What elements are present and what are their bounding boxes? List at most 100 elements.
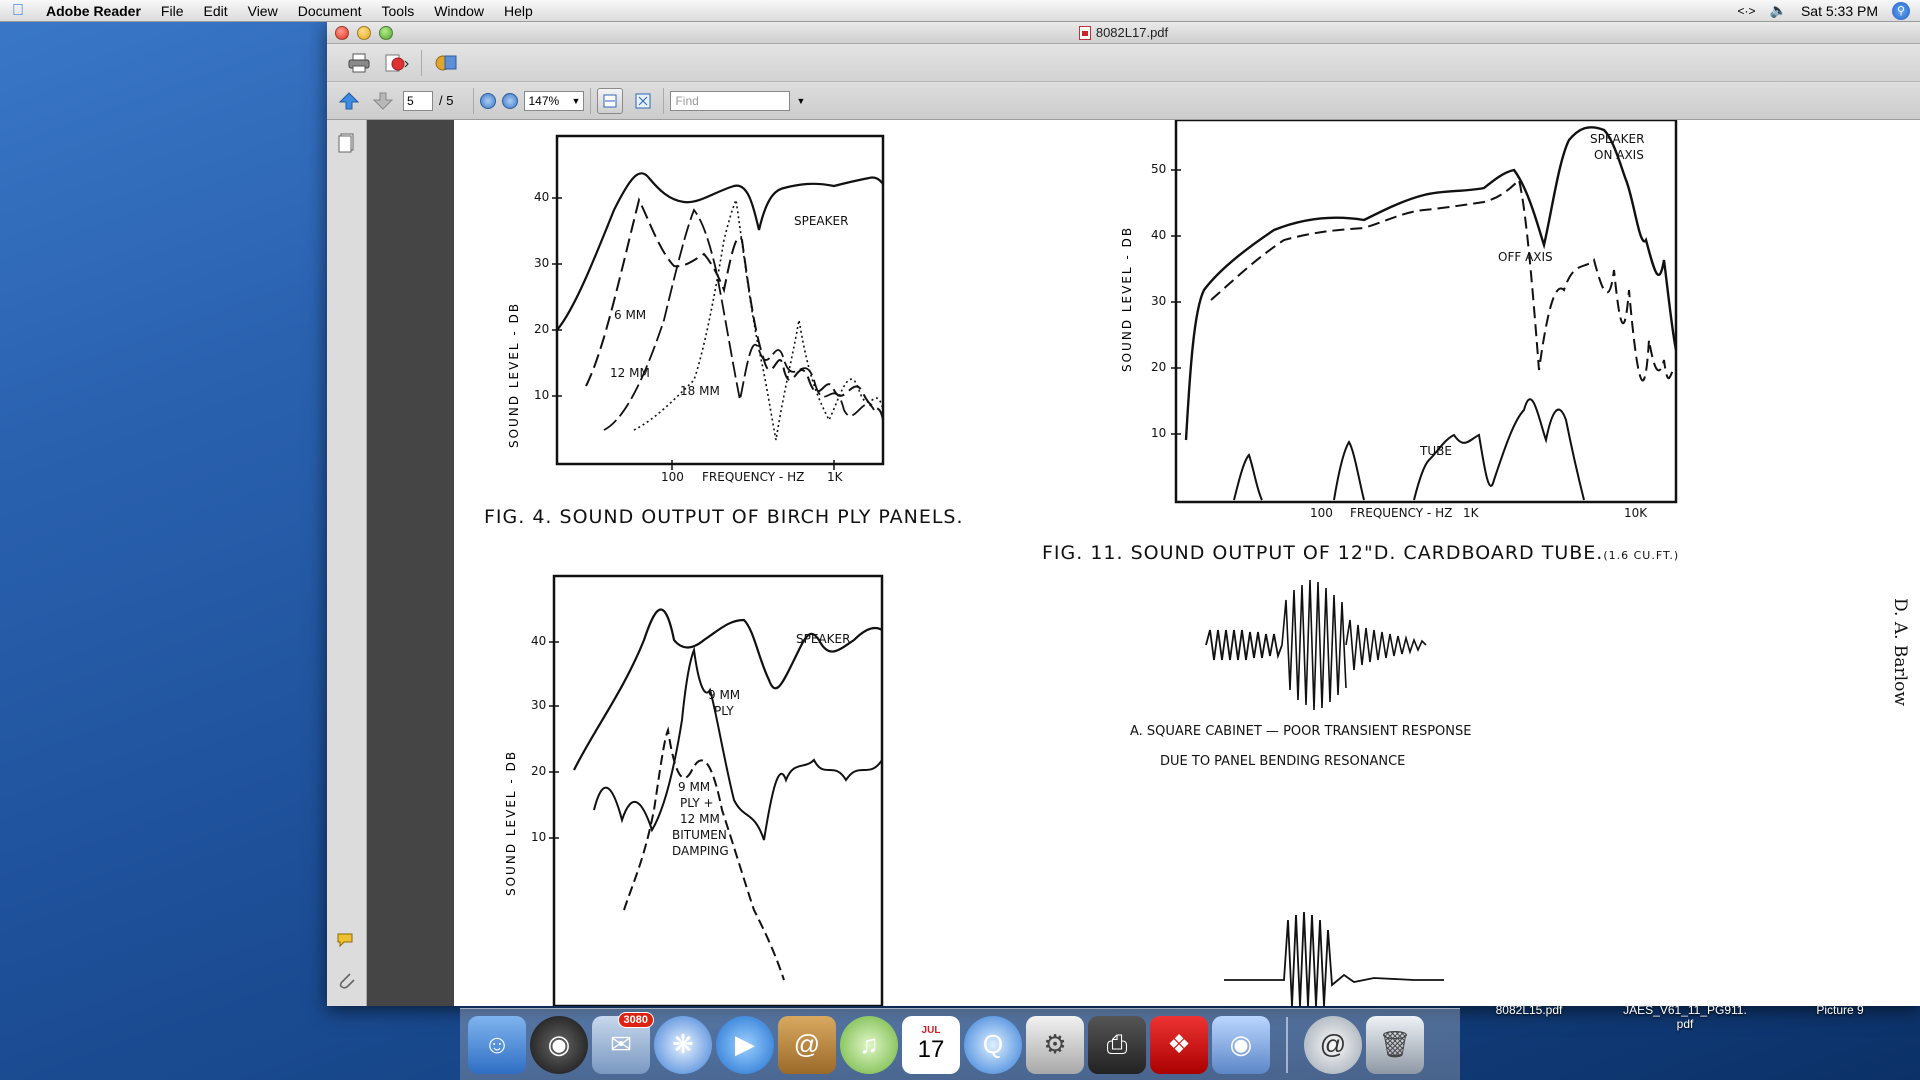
comments-icon[interactable] — [336, 930, 358, 952]
menu-edit[interactable]: Edit — [193, 3, 237, 19]
figb-label-speaker: SPEAKER — [796, 632, 851, 646]
toolbar-top — [327, 44, 1920, 82]
desktop-file-picture9[interactable]: Picture 9 — [1800, 1003, 1880, 1017]
fig4-ytick: 20 — [534, 322, 550, 336]
zoom-out-button[interactable] — [480, 92, 497, 109]
menubar-clock[interactable]: Sat 5:33 PM — [1801, 3, 1878, 19]
collaborate-button[interactable] — [432, 50, 460, 76]
desktop-file-label: JAES_V61_11_PG911. — [1623, 1003, 1747, 1017]
zoom-select[interactable]: 147% ▼ — [524, 90, 585, 111]
fig4-xtick: 1K — [827, 470, 843, 484]
figb-label-9mm: 9 MM — [708, 688, 741, 702]
mail-badge: 3080 — [617, 1011, 654, 1028]
window-title-text: 8082L17.pdf — [1095, 25, 1169, 40]
full-screen-button[interactable] — [629, 88, 657, 114]
fig11-ytick: 20 — [1151, 360, 1167, 374]
window-title: 8082L17.pdf — [327, 25, 1920, 40]
share-button[interactable] — [383, 50, 411, 76]
toolbar-navigation: 5 / 5 147% ▼ Find ▼ — [327, 82, 1920, 120]
trash-icon[interactable]: 🗑 — [1366, 1015, 1424, 1074]
fig4-label-12mm: 12 MM — [610, 366, 650, 380]
fig4-label-18mm: 18 MM — [680, 384, 720, 398]
pdf-file-icon — [1078, 25, 1091, 40]
safari-icon[interactable]: ❋ — [654, 1015, 712, 1074]
menu-app-name[interactable]: Adobe Reader — [36, 3, 151, 19]
toolbar-separator — [473, 87, 475, 114]
zoom-window-button[interactable] — [379, 25, 393, 40]
menu-document[interactable]: Document — [288, 3, 372, 19]
transient-caption-line2: DUE TO PANEL BENDING RESONANCE — [1160, 754, 1406, 769]
menu-tools[interactable]: Tools — [372, 3, 425, 19]
dashboard-icon[interactable]: ◉ — [530, 1015, 588, 1074]
figb-ytick: 10 — [531, 830, 547, 844]
menu-bar:  Adobe Reader File Edit View Document T… — [0, 0, 1920, 22]
next-page-button[interactable] — [369, 88, 397, 114]
volume-icon[interactable]: 🔈 — [1770, 2, 1787, 19]
toolbar-separator — [421, 49, 422, 76]
adobe-reader-icon[interactable]: ❖ — [1150, 1015, 1208, 1074]
zoom-in-button[interactable] — [502, 92, 519, 109]
arrow-down-icon — [373, 92, 393, 110]
network-icon[interactable]: <·> — [1738, 4, 1756, 18]
minimize-window-button[interactable] — [357, 25, 371, 40]
figb-ytick: 20 — [531, 764, 547, 778]
ical-month: JUL — [921, 1025, 941, 1036]
fig11-caption: FIG. 11. SOUND OUTPUT OF 12"D. CARDBOARD… — [1042, 542, 1679, 564]
fit-width-button[interactable] — [597, 87, 624, 114]
figb-label-9mm-2: 9 MM — [678, 780, 711, 794]
find-options-chevron-icon[interactable]: ▼ — [796, 96, 805, 106]
pages-icon[interactable] — [336, 132, 358, 154]
page-number-input[interactable]: 5 — [403, 90, 433, 111]
finder-icon[interactable]: ☺ — [468, 1015, 526, 1074]
itunes-icon[interactable]: ♫ — [840, 1015, 898, 1074]
quicktime-icon[interactable]: Q — [964, 1015, 1022, 1074]
fig4-ytick: 10 — [534, 388, 550, 402]
figb-ytick: 30 — [531, 698, 547, 712]
pdf-page: SOUND LEVEL - DB 40 30 20 10 100 1K FREQ… — [454, 120, 1920, 1006]
previous-page-button[interactable] — [335, 88, 363, 114]
print-button[interactable] — [345, 50, 373, 76]
attachments-icon[interactable] — [336, 970, 358, 992]
menu-view[interactable]: View — [238, 3, 288, 19]
ichat-icon[interactable]: ▶ — [716, 1015, 774, 1074]
desktop-file-label: Picture 9 — [1816, 1003, 1864, 1017]
spotlight-icon[interactable]: ⚲ — [1892, 1, 1910, 20]
fig11-label-tube: TUBE — [1420, 444, 1452, 458]
fig4-ylabel: SOUND LEVEL - DB — [507, 301, 521, 448]
fig4-ytick: 40 — [534, 190, 550, 204]
desktop-file-8082l15[interactable]: 8082L15.pdf — [1484, 1003, 1574, 1017]
menu-file[interactable]: File — [151, 3, 194, 19]
mail-icon[interactable]: ✉ 3080 — [592, 1011, 654, 1074]
reader-window: 8082L17.pdf 5 / 5 147% ▼ Find ▼ SOUND LE… — [327, 22, 1920, 1006]
dock-separator — [1286, 1016, 1288, 1073]
ical-icon[interactable]: JUL 17 — [902, 1015, 960, 1074]
address-book-icon[interactable]: @ — [778, 1015, 836, 1074]
downloads-stack-icon[interactable]: @ — [1304, 1015, 1362, 1074]
close-window-button[interactable] — [335, 25, 349, 40]
share-icon — [385, 54, 409, 71]
preview-icon[interactable]: ◉ — [1212, 1015, 1270, 1074]
find-input[interactable]: Find — [670, 90, 791, 111]
fig11-label-speaker: SPEAKER — [1590, 132, 1645, 146]
window-titlebar[interactable]: 8082L17.pdf — [327, 22, 1920, 44]
menu-extras: <·> 🔈 Sat 5:33 PM ⚲ — [1738, 1, 1920, 20]
fig4-xlabel: FREQUENCY - HZ — [702, 470, 805, 484]
figb-label-bitumen: BITUMEN — [672, 828, 727, 842]
fig4-caption: FIG. 4. SOUND OUTPUT OF BIRCH PLY PANELS… — [484, 506, 964, 528]
menu-window[interactable]: Window — [424, 3, 494, 19]
chevron-down-icon: ▼ — [571, 95, 581, 106]
fig11-caption-text: FIG. 11. SOUND OUTPUT OF 12"D. CARDBOARD… — [1042, 542, 1604, 564]
system-preferences-icon[interactable]: ⚙ — [1026, 1015, 1084, 1074]
fig11-xlabel: FREQUENCY - HZ — [1350, 506, 1453, 520]
ical-day: 17 — [917, 1036, 945, 1063]
desktop-file-label-2: pdf — [1676, 1017, 1694, 1031]
printer-dock-icon[interactable]: ⎙ — [1088, 1015, 1146, 1074]
zoom-value: 147% — [528, 93, 560, 108]
apple-menu-icon[interactable]:  — [0, 2, 36, 20]
fig11-ytick: 30 — [1151, 294, 1167, 308]
fig11-ytick: 50 — [1151, 162, 1167, 176]
fig11-xtick: 100 — [1310, 506, 1333, 520]
menu-help[interactable]: Help — [494, 3, 543, 19]
desktop-file-jaes[interactable]: JAES_V61_11_PG911. pdf — [1610, 1003, 1760, 1031]
figb-ylabel: SOUND LEVEL - DB — [504, 749, 518, 896]
